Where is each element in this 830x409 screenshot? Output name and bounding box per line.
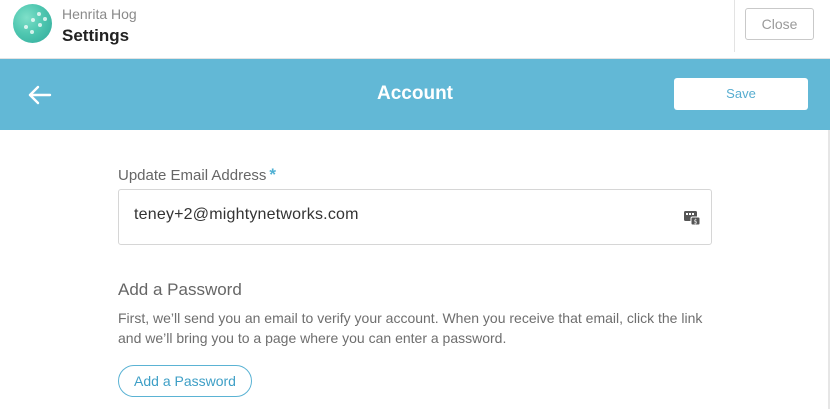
email-input[interactable] (134, 206, 654, 224)
divider (734, 0, 735, 52)
required-mark: * (269, 165, 277, 184)
svg-text:$: $ (694, 219, 698, 226)
password-description: First, we’ll send you an email to verify… (118, 310, 703, 346)
account-header: Account Save (0, 59, 830, 130)
network-logo-icon (13, 4, 52, 43)
email-field-box[interactable]: $ (118, 189, 712, 245)
email-label-text: Update Email Address (118, 167, 267, 184)
email-label: Update Email Address * (118, 165, 276, 185)
top-bar: Henrita Hog Settings Close (0, 0, 830, 59)
close-button[interactable]: Close (745, 8, 814, 40)
page-title: Settings (62, 26, 130, 45)
account-form: Update Email Address* $ Add a Password F… (0, 130, 830, 409)
save-button[interactable]: Save (674, 78, 808, 110)
password-section-title: Add a Password (118, 280, 242, 299)
add-password-button[interactable]: Add a Password (118, 365, 252, 397)
network-name: Henrita Hog (62, 6, 137, 22)
autofill-card-icon[interactable]: $ (683, 208, 701, 226)
